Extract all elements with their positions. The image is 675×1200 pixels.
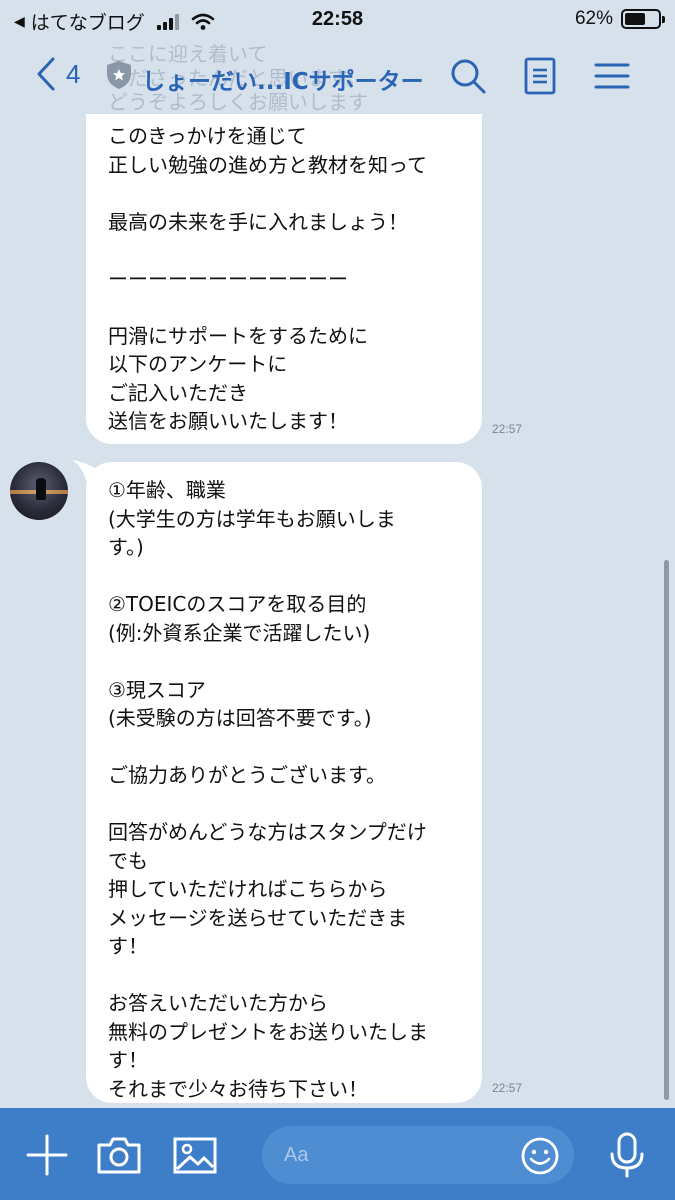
avatar-figure — [36, 478, 46, 500]
image-icon[interactable] — [172, 1132, 218, 1178]
search-icon[interactable] — [448, 56, 488, 96]
chat-title[interactable]: しょーだい...ICサポーター — [142, 62, 424, 96]
battery-icon — [621, 9, 665, 29]
unread-count: 4 — [66, 58, 81, 89]
message-bubble[interactable]: このきっかけを通じて 正しい勉強の進め方と教材を知って 最高の未来を手に入れまし… — [86, 114, 482, 444]
message-bubble[interactable]: ①年齢、職業 (大学生の方は学年もお願いしま す。) ②TOEICのスコアを取る… — [86, 462, 482, 1103]
plus-icon[interactable] — [24, 1132, 70, 1178]
back-button[interactable]: 4 — [36, 56, 80, 92]
emoji-icon[interactable] — [520, 1136, 560, 1176]
avatar[interactable] — [10, 462, 68, 520]
message-time: 22:57 — [492, 422, 523, 436]
camera-icon[interactable] — [96, 1132, 142, 1178]
chat-header: ここに迎え着いて くださったんだと思います。 どうぞよろしくお願いします 4 し… — [0, 38, 675, 114]
battery-status: 62% — [574, 8, 665, 30]
clock: 22:58 — [311, 8, 364, 30]
microphone-icon[interactable] — [604, 1132, 650, 1178]
input-bar — [0, 1108, 675, 1200]
menu-icon[interactable] — [592, 56, 632, 96]
notes-icon[interactable] — [520, 56, 560, 96]
back-arrow-icon — [37, 57, 55, 91]
message-time: 22:57 — [492, 1081, 523, 1095]
battery-percent: 62% — [574, 8, 613, 29]
shield-star-icon — [107, 61, 131, 89]
battery-fill — [625, 13, 645, 25]
scrollbar[interactable] — [664, 560, 669, 1100]
status-bar: ◀ はてなブログ 22:58 62% — [0, 0, 675, 38]
